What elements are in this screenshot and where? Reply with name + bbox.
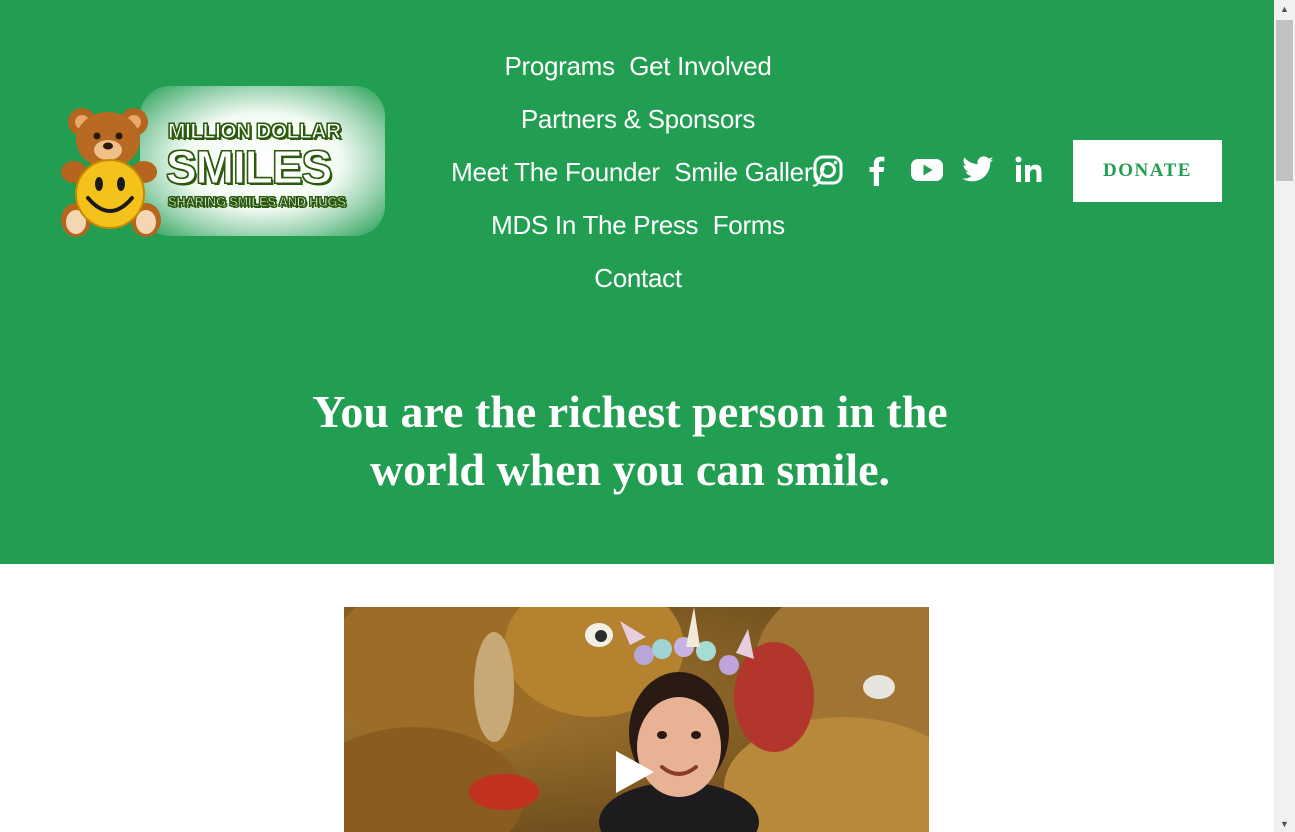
hero-headline-line-2: world when you can smile. — [369, 444, 891, 495]
nav-row: Programs Get Involved — [420, 40, 856, 93]
nav-row: Partners & Sponsors — [420, 93, 856, 146]
page-scrollbar[interactable]: ▲ ▼ — [1274, 0, 1295, 832]
facebook-icon[interactable] — [859, 152, 895, 188]
nav-link-meet-the-founder[interactable]: Meet The Founder — [451, 146, 660, 199]
hero-headline: You are the richest person in the world … — [180, 383, 1080, 499]
nav-row: Meet The Founder Smile Gallery — [420, 146, 856, 199]
site-logo[interactable]: MILLION DOLLAR SMILES SHARING SMILES AND… — [48, 82, 400, 250]
nav-row: Contact — [420, 252, 856, 305]
video-player[interactable] — [344, 607, 929, 832]
nav-link-partners-sponsors[interactable]: Partners & Sponsors — [521, 93, 756, 146]
hero-headline-line-1: You are the richest person in the — [312, 386, 948, 437]
scrollbar-thumb[interactable] — [1276, 20, 1293, 181]
logo-text-smiles: SMILES — [165, 141, 332, 193]
youtube-icon[interactable] — [909, 152, 945, 188]
linkedin-icon[interactable] — [1011, 152, 1047, 188]
play-icon[interactable] — [616, 751, 654, 793]
teddy-bear-icon — [61, 108, 161, 237]
nav-row: MDS In The Press Forms — [420, 199, 856, 252]
instagram-icon[interactable] — [810, 152, 846, 188]
nav-link-contact[interactable]: Contact — [594, 252, 682, 305]
scroll-down-arrow-icon[interactable]: ▼ — [1274, 815, 1295, 832]
nav-link-smile-gallery[interactable]: Smile Gallery — [674, 146, 825, 199]
video-thumbnail-image — [344, 607, 929, 832]
nav-link-mds-in-the-press[interactable]: MDS In The Press — [491, 199, 698, 252]
scroll-up-arrow-icon[interactable]: ▲ — [1274, 0, 1295, 17]
nav-link-programs[interactable]: Programs — [504, 40, 615, 93]
main-navigation: Programs Get Involved Partners & Sponsor… — [420, 40, 856, 305]
logo-tagline: SHARING SMILES AND HUGS — [168, 194, 347, 210]
twitter-icon[interactable] — [960, 152, 996, 188]
donate-button[interactable]: DONATE — [1073, 140, 1222, 202]
nav-link-get-involved[interactable]: Get Involved — [629, 40, 772, 93]
nav-link-forms[interactable]: Forms — [713, 199, 785, 252]
site-header: MILLION DOLLAR SMILES SHARING SMILES AND… — [0, 0, 1274, 564]
